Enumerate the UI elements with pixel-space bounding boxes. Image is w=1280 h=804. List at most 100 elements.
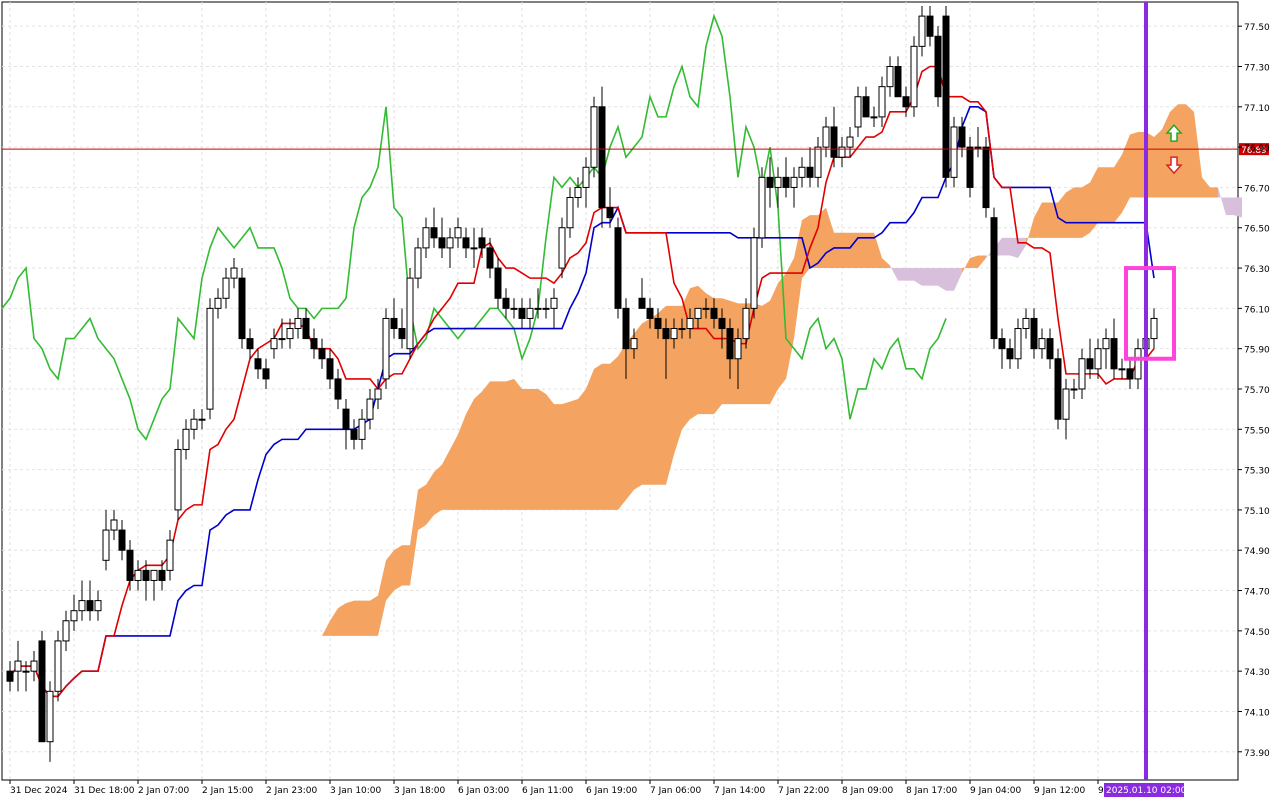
cloud-segment-bullish — [570, 399, 578, 510]
candle-body — [174, 448, 182, 511]
candle-body — [926, 15, 934, 37]
candle-body — [414, 247, 422, 279]
x-tick-label: 7 Jan 14:00 — [714, 786, 766, 796]
cloud-segment-bullish — [474, 391, 482, 510]
candle-body — [254, 358, 262, 370]
candle-body — [974, 146, 982, 149]
cloud-segment-bullish — [586, 368, 594, 510]
y-tick-label: 77.10 — [1244, 104, 1270, 114]
candle — [758, 167, 766, 248]
candle-body — [430, 227, 438, 239]
cloud-segment-bullish — [602, 363, 610, 510]
candle-body — [166, 539, 174, 571]
candle-body — [726, 328, 734, 360]
candle-body — [886, 65, 894, 88]
candle-body — [1062, 388, 1070, 420]
x-tick-label: 8 Jan 09:00 — [842, 786, 894, 796]
candle-body — [270, 338, 278, 350]
candle-body — [1118, 368, 1126, 371]
candle — [934, 26, 942, 107]
cloud-segment-bullish — [842, 232, 850, 269]
candle-body — [14, 660, 22, 672]
candle-body — [78, 600, 86, 612]
chart-container: 76.89 2025.01.10 02:00 77.50 77.30 77.10 76.… — [0, 0, 1280, 800]
y-tick-label: 75.30 — [1244, 467, 1270, 477]
candle-body — [422, 227, 430, 249]
cloud-segment-bullish — [1178, 104, 1186, 198]
candle-body — [454, 227, 462, 239]
x-tick-label: 9 Jan 04:00 — [970, 786, 1022, 796]
candle-body — [606, 207, 614, 219]
candle-body — [246, 338, 254, 350]
candle-body — [126, 549, 134, 581]
candle-body — [230, 267, 238, 279]
cloud-segment-bullish — [642, 318, 650, 485]
y-tick-label: 74.10 — [1244, 708, 1270, 718]
y-tick-label: 76.30 — [1244, 265, 1270, 275]
candle — [174, 439, 182, 520]
cloud-segment-bullish — [762, 300, 770, 405]
candle-body — [934, 35, 942, 98]
y-tick-label: 75.50 — [1244, 426, 1270, 436]
cloud-segment-bearish — [930, 268, 938, 286]
candle-body — [718, 317, 726, 330]
candle-body — [382, 317, 390, 380]
candle-body — [222, 277, 230, 299]
cloud-segment-bullish — [538, 388, 546, 510]
cloud-segment-bullish — [650, 313, 658, 485]
y-tick-label: 76.70 — [1244, 184, 1270, 194]
candle-body — [1070, 388, 1078, 391]
candle-body — [262, 368, 270, 380]
cloud-segment-bullish — [1098, 167, 1106, 223]
candle-body — [846, 136, 854, 148]
candle-body — [190, 418, 198, 430]
candle-body — [734, 338, 742, 360]
candle-body — [830, 126, 838, 158]
candle-body — [486, 247, 494, 269]
candle-body — [550, 297, 558, 309]
candle-body — [1054, 358, 1062, 420]
candle-body — [686, 317, 694, 330]
candle-body — [1150, 317, 1158, 340]
cloud-segment-bullish — [1082, 182, 1090, 238]
candle-body — [910, 45, 918, 108]
cloud-segment-bearish — [1234, 197, 1242, 218]
cloud-segment-bullish — [506, 378, 514, 510]
cloud-segment-bullish — [1066, 187, 1074, 238]
x-tick-label: 6 Jan 03:00 — [458, 786, 510, 796]
candle-body — [214, 297, 222, 309]
candle-body — [1126, 368, 1134, 380]
cloud-segment-bullish — [834, 232, 842, 269]
candle-body — [1086, 358, 1094, 370]
candle — [910, 36, 918, 117]
candle-body — [366, 398, 374, 420]
candle — [590, 96, 598, 178]
candle — [990, 207, 998, 349]
y-tick-label: 76.50 — [1244, 225, 1270, 235]
candle-body — [38, 640, 46, 743]
x-tick-label: 7 Jan 06:00 — [650, 786, 702, 796]
candle-body — [1110, 338, 1118, 370]
candle-body — [206, 307, 214, 410]
candle-body — [110, 519, 118, 531]
candle-body — [654, 317, 662, 330]
cloud-segment-bullish — [754, 303, 762, 405]
candle — [614, 217, 622, 319]
cloud-segment-bearish — [906, 268, 914, 281]
x-tick-label: 31 Dec 18:00 — [74, 786, 135, 796]
candle-body — [1006, 348, 1014, 360]
cloud-segment-bearish — [1226, 197, 1234, 216]
cloud-segment-bullish — [594, 363, 602, 510]
candle-body — [790, 176, 798, 188]
candle-body — [238, 277, 246, 340]
candle-body — [1094, 348, 1102, 370]
x-tick-label: 31 Dec 2024 — [10, 786, 68, 796]
candle-body — [182, 428, 190, 450]
x-tick-label: 9 Jan 12:00 — [1034, 786, 1086, 796]
candle-body — [822, 126, 830, 148]
candle-body — [758, 176, 766, 239]
cloud-segment-bullish — [466, 399, 474, 510]
candle-body — [878, 86, 886, 118]
candle-body — [1038, 338, 1046, 350]
candle-body — [326, 358, 334, 380]
